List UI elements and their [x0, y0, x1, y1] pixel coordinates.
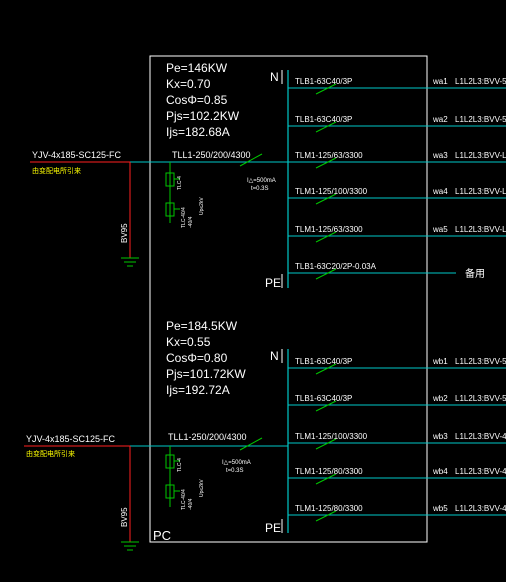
circuit-wa5: TLM1-125/63/3300 wa5 L1L2L3:BVV-L [288, 225, 506, 243]
circuit-id: wb1 [432, 357, 448, 366]
circuit-id: wb5 [432, 504, 448, 513]
rcd-note-1: I△=500mA [247, 178, 276, 184]
spd-note: TLC-4 [177, 176, 183, 190]
spd-note-3: -40/4 [188, 498, 194, 510]
breaker-label: TLM1-125/80/3300 [295, 467, 363, 476]
circuit-id: wa1 [432, 77, 448, 86]
rcd-note-1: I△=500mA [222, 460, 251, 466]
distribution-diagram: PC Pe=146KW Kx=0.70 CosΦ=0.85 Pjs=102.2K… [24, 55, 506, 551]
param-kx: Kx=0.70 [166, 77, 211, 91]
circuit-wb4: TLM1-125/80/3300 wb4 L1L2L3:BVV-4 [288, 467, 506, 485]
spd-note-4: Up≤2kV [199, 197, 205, 215]
circuit-cable: L1L2L3:BVV-5 [455, 115, 506, 124]
circuit-wb2: TLB1-63C40/3P wb2 L1L2L3:BVV-5 [288, 394, 506, 412]
spd-note: TLC-4 [177, 458, 183, 472]
circuit-id: wa3 [432, 151, 448, 160]
circuit-spare: TLB1-63C20/2P-0.03A 备用 [288, 262, 485, 280]
circuit-cable: L1L2L3:BVV-4 [455, 467, 506, 476]
main-breaker-label: TLL1-250/200/4300 [168, 432, 247, 442]
surge-protector [165, 446, 180, 507]
spd-note-2: TLC-40/4 [181, 207, 187, 228]
circuit-wb3: TLM1-125/100/3300 wb3 L1L2L3:BVV-4 [288, 432, 506, 450]
surge-protector [165, 162, 180, 223]
spd-note-3: -40/4 [188, 216, 194, 228]
circuit-id: wb4 [432, 467, 448, 476]
param-ijs: Ijs=192.72A [166, 383, 230, 397]
param-pe: Pe=184.5KW [166, 319, 238, 333]
breaker-label: TLB1-63C40/3P [295, 115, 352, 124]
panel-bottom: Pe=184.5KW Kx=0.55 CosΦ=0.80 Pjs=101.72K… [24, 319, 506, 551]
circuit-wa1: TLB1-63C40/3P wa1 L1L2L3:BVV-5 [288, 77, 506, 95]
breaker-label: TLM1-125/63/3300 [295, 151, 363, 160]
breaker-label: TLM1-125/63/3300 [295, 225, 363, 234]
breaker-label: TLB1-63C20/2P-0.03A [295, 262, 377, 271]
spd-note-4: Up≤2kV [199, 479, 205, 497]
circuit-cable: L1L2L3:BVV-5 [455, 357, 506, 366]
ground-symbol [121, 541, 139, 551]
breaker-label: TLB1-63C40/3P [295, 77, 352, 86]
breaker-label: TLM1-125/100/3300 [295, 187, 368, 196]
circuit-wb1: TLB1-63C40/3P wb1 L1L2L3:BVV-5 [288, 357, 506, 375]
param-pjs: Pjs=101.72KW [166, 367, 246, 381]
ground-symbol [121, 257, 139, 267]
spare-label: 备用 [465, 267, 485, 280]
circuit-wa3: TLM1-125/63/3300 wa3 L1L2L3:BVV-L [288, 151, 506, 169]
incoming-note: 由变配电所引来 [32, 166, 81, 175]
pe-bus-label: PE [265, 276, 281, 290]
incoming-cable-label: YJV-4x185-SC125-FC [26, 434, 116, 444]
panel-bottom-params: Pe=184.5KW Kx=0.55 CosΦ=0.80 Pjs=101.72K… [166, 319, 246, 397]
incoming-cable-label: YJV-4x185-SC125-FC [32, 150, 122, 160]
circuit-cable: L1L2L3:BVV-L [455, 151, 506, 160]
circuit-cable: L1L2L3:BVV-L [455, 187, 506, 196]
param-pjs: Pjs=102.2KW [166, 109, 240, 123]
circuit-cable: L1L2L3:BVV-L [455, 225, 506, 234]
circuit-cable: L1L2L3:BVV-5 [455, 394, 506, 403]
param-cos: CosΦ=0.80 [166, 351, 228, 365]
circuit-cable: L1L2L3:BVV-4 [455, 504, 506, 513]
ground-wire-label: BV95 [120, 507, 129, 527]
param-kx: Kx=0.55 [166, 335, 211, 349]
circuit-wb5: TLM1-125/80/3300 wb5 L1L2L3:BVV-4 [288, 504, 506, 522]
circuit-id: wb2 [432, 394, 448, 403]
rcd-note-2: t=0.3S [251, 186, 269, 192]
n-bus-label: N [270, 70, 279, 84]
n-bus-label: N [270, 349, 279, 363]
circuit-id: wa4 [432, 187, 448, 196]
param-cos: CosΦ=0.85 [166, 93, 228, 107]
param-pe: Pe=146KW [166, 61, 228, 75]
circuit-wa2: TLB1-63C40/3P wa2 L1L2L3:BVV-5 [288, 115, 506, 133]
param-ijs: Ijs=182.68A [166, 125, 230, 139]
breaker-label: TLM1-125/80/3300 [295, 504, 363, 513]
circuit-cable: L1L2L3:BVV-4 [455, 432, 506, 441]
pe-bus-label: PE [265, 521, 281, 535]
circuit-cable: L1L2L3:BVV-5 [455, 77, 506, 86]
breaker-label: TLM1-125/100/3300 [295, 432, 368, 441]
circuit-id: wa2 [432, 115, 448, 124]
spd-note-2: TLC-40/4 [181, 489, 187, 510]
frame-tag: PC [153, 528, 171, 543]
breaker-label: TLB1-63C40/3P [295, 357, 352, 366]
circuit-wa4: TLM1-125/100/3300 wa4 L1L2L3:BVV-L [288, 187, 506, 205]
ground-wire-label: BV95 [120, 223, 129, 243]
incoming-note: 由变配电所引来 [26, 449, 75, 458]
breaker-label: TLB1-63C40/3P [295, 394, 352, 403]
circuit-id: wa5 [432, 225, 448, 234]
main-breaker-label: TLL1-250/200/4300 [172, 150, 251, 160]
rcd-note-2: t=0.3S [226, 468, 244, 474]
panel-top: Pe=146KW Kx=0.70 CosΦ=0.85 Pjs=102.2KW I… [30, 61, 506, 290]
circuit-id: wb3 [432, 432, 448, 441]
panel-top-params: Pe=146KW Kx=0.70 CosΦ=0.85 Pjs=102.2KW I… [166, 61, 240, 139]
